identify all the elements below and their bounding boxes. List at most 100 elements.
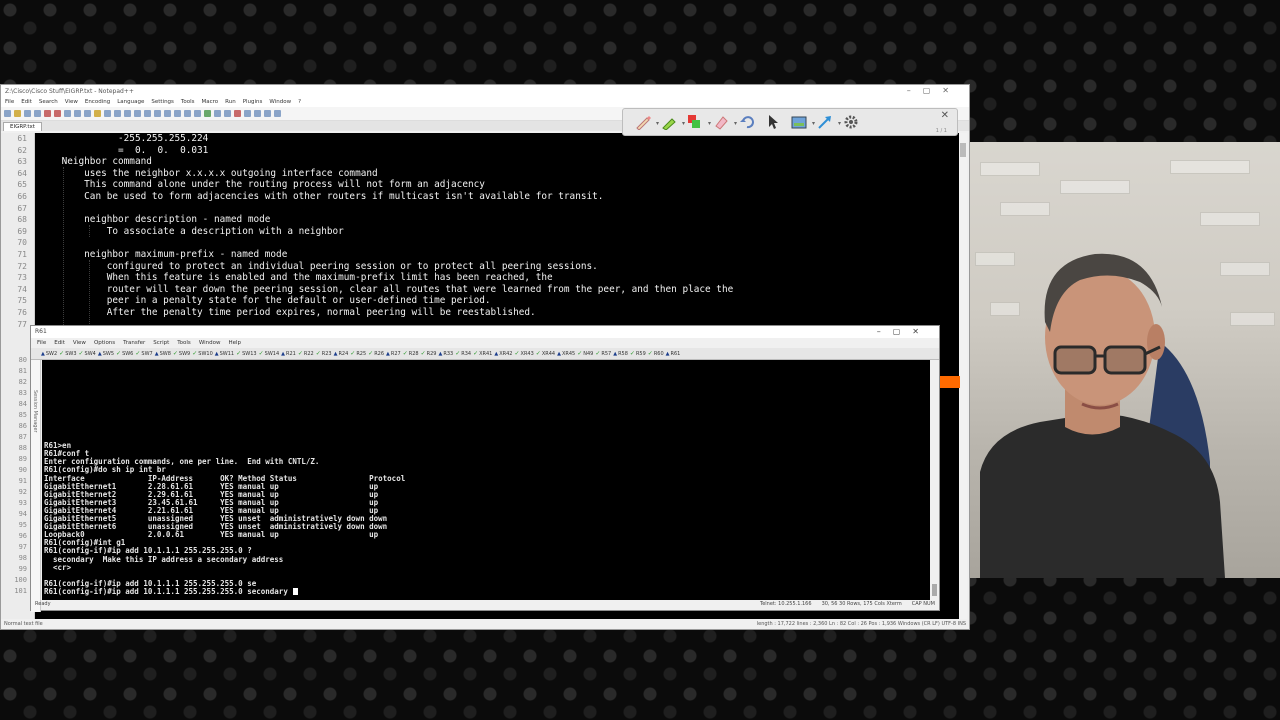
- session-tab[interactable]: ✓ SW3: [59, 350, 76, 357]
- show-all-chars-icon[interactable]: [184, 110, 191, 117]
- menu-settings[interactable]: Settings: [151, 99, 174, 105]
- session-tab[interactable]: ✓ SW4: [79, 350, 96, 357]
- session-tab[interactable]: ✓ R34: [455, 350, 471, 357]
- menu-plugins[interactable]: Plugins: [243, 99, 263, 105]
- settings-icon[interactable]: [843, 114, 859, 130]
- session-tab[interactable]: ▲ SW5: [98, 351, 114, 357]
- session-tab[interactable]: ✓ XR41: [473, 350, 492, 357]
- session-tab[interactable]: ▲ SW8: [155, 351, 171, 357]
- doc-map-icon[interactable]: [204, 110, 211, 117]
- print-icon[interactable]: [64, 110, 71, 117]
- open-file-icon[interactable]: [14, 110, 21, 117]
- paste-icon[interactable]: [94, 110, 101, 117]
- menu-window[interactable]: Window: [269, 99, 291, 105]
- session-tab[interactable]: ▲ R21: [281, 351, 296, 357]
- session-tab[interactable]: ✓ R59: [630, 350, 646, 357]
- menu-help[interactable]: ?: [298, 99, 301, 105]
- close-all-icon[interactable]: [54, 110, 61, 117]
- screenshot-icon[interactable]: ▾: [791, 114, 815, 130]
- zoom-out-icon[interactable]: [154, 110, 161, 117]
- session-tab[interactable]: ▲ R24: [334, 351, 349, 357]
- terminal[interactable]: R61>en R61#conf t Enter configuration comm…: [42, 360, 932, 600]
- menu-edit[interactable]: Edit: [21, 99, 32, 105]
- record-macro-icon[interactable]: [234, 110, 241, 117]
- session-tab[interactable]: ✓ SW10: [192, 350, 213, 357]
- menu-file[interactable]: File: [37, 340, 46, 346]
- menu-edit[interactable]: Edit: [54, 340, 65, 346]
- session-tab[interactable]: ✓ R60: [648, 350, 664, 357]
- new-file-icon[interactable]: [4, 110, 11, 117]
- sync-scroll-icon[interactable]: [164, 110, 171, 117]
- highlighter-icon[interactable]: ▾: [661, 114, 685, 131]
- session-tab[interactable]: ✓ R23: [316, 350, 332, 357]
- menu-transfer[interactable]: Transfer: [123, 340, 145, 346]
- redo-icon[interactable]: [114, 110, 121, 117]
- session-tab[interactable]: ✓ N49: [577, 350, 593, 357]
- tab-eigrp[interactable]: EIGRP.txt: [3, 122, 42, 131]
- stop-macro-icon[interactable]: [244, 110, 251, 117]
- session-tab[interactable]: ✓ SW14: [259, 350, 280, 357]
- menu-view[interactable]: View: [73, 340, 86, 346]
- save-all-icon[interactable]: [34, 110, 41, 117]
- session-tab[interactable]: ✓ R22: [298, 350, 314, 357]
- menu-window[interactable]: Window: [199, 340, 221, 346]
- menu-tools[interactable]: Tools: [177, 340, 191, 346]
- indent-guide-icon[interactable]: [194, 110, 201, 117]
- menu-run[interactable]: Run: [225, 99, 236, 105]
- session-tab[interactable]: ✓ R29: [421, 350, 437, 357]
- menu-script[interactable]: Script: [153, 340, 169, 346]
- undo-icon[interactable]: [104, 110, 111, 117]
- save-icon[interactable]: [24, 110, 31, 117]
- color-icon[interactable]: ▾: [687, 114, 711, 130]
- menu-tools[interactable]: Tools: [181, 99, 195, 105]
- session-tab[interactable]: ▲ R61: [666, 351, 681, 357]
- editor-scrollbar[interactable]: [959, 133, 967, 621]
- session-tab[interactable]: ✓ SW9: [173, 350, 190, 357]
- window-controls[interactable]: –▢✕: [877, 326, 931, 338]
- session-tab[interactable]: ✓ R57: [595, 350, 611, 357]
- session-tab[interactable]: ▲ R27: [386, 351, 401, 357]
- session-tab[interactable]: ▲ SW11: [215, 351, 234, 357]
- session-manager-panel[interactable]: Session Manager: [31, 360, 41, 612]
- session-tab[interactable]: ✓ SW6: [116, 350, 133, 357]
- window-controls[interactable]: –▢✕: [907, 86, 961, 95]
- find-icon[interactable]: [124, 110, 131, 117]
- session-tab[interactable]: ▲ XR45: [557, 351, 575, 357]
- folder-workspace-icon[interactable]: [224, 110, 231, 117]
- copy-icon[interactable]: [84, 110, 91, 117]
- menu-file[interactable]: File: [5, 99, 14, 105]
- eraser-icon[interactable]: ▾: [713, 114, 737, 130]
- session-tab[interactable]: ▲ SW2: [41, 351, 57, 357]
- session-tab[interactable]: ✓ SW13: [236, 350, 257, 357]
- play-macro-icon[interactable]: [254, 110, 261, 117]
- session-tab[interactable]: ▲ XR42: [494, 351, 512, 357]
- menu-options[interactable]: Options: [94, 340, 115, 346]
- session-tab[interactable]: ▲ R33: [438, 351, 453, 357]
- session-tab[interactable]: ✓ R25: [350, 350, 366, 357]
- pen-icon[interactable]: ▾: [635, 114, 659, 131]
- close-icon[interactable]: ✕: [941, 110, 949, 121]
- run-macro-multiple-icon[interactable]: [264, 110, 271, 117]
- word-wrap-icon[interactable]: [174, 110, 181, 117]
- terminal-scrollbar[interactable]: [930, 360, 939, 600]
- cut-icon[interactable]: [74, 110, 81, 117]
- undo-icon[interactable]: [739, 114, 755, 130]
- menu-search[interactable]: Search: [39, 99, 58, 105]
- scrollbar-thumb[interactable]: [932, 584, 937, 596]
- session-tab[interactable]: ✓ R26: [368, 350, 384, 357]
- session-tab[interactable]: ✓ R28: [403, 350, 419, 357]
- menu-help[interactable]: Help: [229, 340, 242, 346]
- replace-icon[interactable]: [134, 110, 141, 117]
- scrollbar-thumb[interactable]: [960, 143, 966, 157]
- session-tab[interactable]: ✓ XR43: [514, 350, 533, 357]
- pointer-icon[interactable]: [765, 114, 781, 130]
- zoom-in-icon[interactable]: [144, 110, 151, 117]
- function-list-icon[interactable]: [214, 110, 221, 117]
- close-file-icon[interactable]: [44, 110, 51, 117]
- session-tab[interactable]: ✓ SW7: [135, 350, 152, 357]
- session-tab[interactable]: ✓ XR44: [536, 350, 555, 357]
- menu-macro[interactable]: Macro: [201, 99, 218, 105]
- save-macro-icon[interactable]: [274, 110, 281, 117]
- session-tab[interactable]: ▲ R58: [613, 351, 628, 357]
- menu-language[interactable]: Language: [117, 99, 144, 105]
